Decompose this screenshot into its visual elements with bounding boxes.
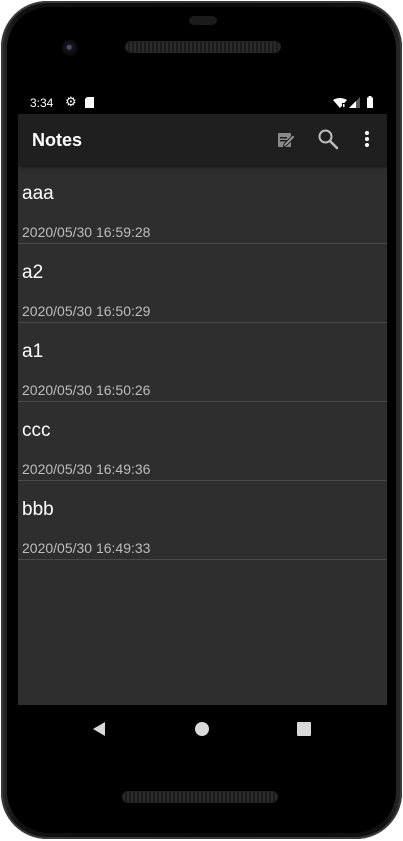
device-top-speaker (126, 42, 280, 52)
sd-card-icon (85, 97, 94, 108)
front-camera (62, 40, 78, 56)
status-time: 3:34 (30, 96, 54, 110)
list-item[interactable]: ccc 2020/05/30 16:49:36 (18, 402, 387, 481)
recents-icon[interactable] (292, 717, 316, 741)
list-item[interactable]: a2 2020/05/30 16:50:29 (18, 244, 387, 323)
home-icon[interactable] (190, 717, 214, 741)
screen: 3:34 ⚙ Notes aaa 2020/05/30 16:59:28 a2 … (18, 90, 387, 754)
note-title: ccc (22, 420, 51, 441)
note-date: 2020/05/30 16:49:36 (22, 461, 151, 477)
note-date: 2020/05/30 16:49:33 (22, 540, 151, 556)
note-title: a1 (22, 341, 44, 362)
more-vert-icon[interactable] (354, 126, 380, 152)
back-icon[interactable] (87, 717, 111, 741)
list-item[interactable]: a1 2020/05/30 16:50:26 (18, 323, 387, 402)
note-title: aaa (22, 183, 54, 204)
list-item[interactable]: aaa 2020/05/30 16:59:28 (18, 165, 387, 244)
search-icon[interactable] (315, 126, 341, 152)
signal-icon (349, 97, 360, 108)
note-date: 2020/05/30 16:50:26 (22, 382, 151, 398)
edit-note-icon[interactable] (273, 126, 299, 152)
wifi-icon (333, 98, 347, 108)
app-title: Notes (32, 130, 83, 150)
status-bar: 3:34 ⚙ (18, 90, 387, 114)
note-date: 2020/05/30 16:59:28 (22, 224, 151, 240)
navigation-bar (18, 705, 387, 754)
device-earpiece (189, 16, 217, 25)
app-bar: Notes (18, 114, 387, 165)
device-bottom-speaker (123, 792, 277, 802)
note-title: bbb (22, 499, 54, 520)
note-date: 2020/05/30 16:50:29 (22, 303, 151, 319)
notes-content[interactable]: aaa 2020/05/30 16:59:28 a2 2020/05/30 16… (18, 165, 387, 705)
device-frame: 3:34 ⚙ Notes aaa 2020/05/30 16:59:28 a2 … (1, 1, 402, 839)
note-list: aaa 2020/05/30 16:59:28 a2 2020/05/30 16… (18, 165, 387, 560)
note-title: a2 (22, 262, 44, 283)
battery-icon (367, 96, 373, 108)
list-item[interactable]: bbb 2020/05/30 16:49:33 (18, 481, 387, 560)
gear-icon: ⚙ (65, 94, 77, 109)
